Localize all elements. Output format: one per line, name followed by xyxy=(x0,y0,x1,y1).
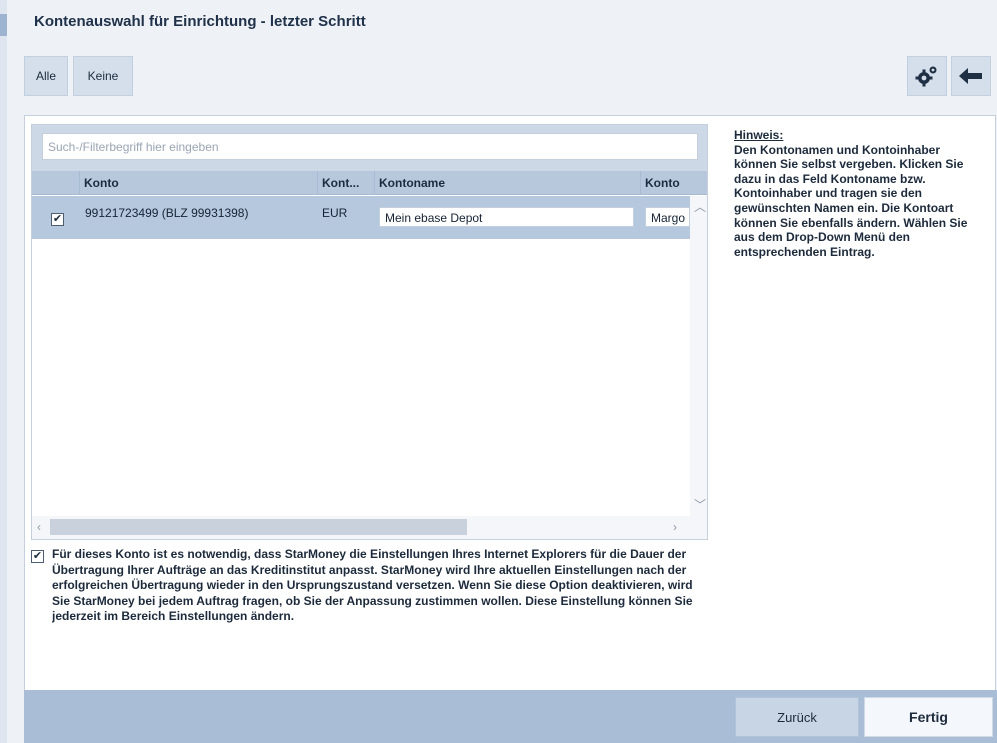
ie-settings-text: Für dieses Konto ist es notwendig, dass … xyxy=(52,547,693,624)
search-bar: Such-/Filterbegriff hier eingeben xyxy=(32,125,707,171)
horizontal-scrollbar[interactable]: ‹ › xyxy=(32,516,707,539)
left-strip xyxy=(0,0,7,743)
gear-icon xyxy=(915,66,937,87)
scroll-left-icon[interactable]: ‹ xyxy=(37,520,41,534)
finish-button[interactable]: Fertig xyxy=(864,697,993,737)
ie-settings-checkbox[interactable]: ✔ xyxy=(31,550,44,563)
horizontal-scroll-thumb[interactable] xyxy=(50,519,467,535)
page-title: Kontenauswahl für Einrichtung - letzter … xyxy=(34,13,366,30)
back-step-button[interactable]: Zurück xyxy=(735,697,859,737)
grid-header: Konto Kont... Kontoname Konto xyxy=(32,171,707,195)
account-grid: Such-/Filterbegriff hier eingeben Konto … xyxy=(31,124,708,540)
arrow-left-icon xyxy=(959,68,982,84)
column-header-kontoinhaber[interactable]: Konto xyxy=(640,171,690,195)
back-button[interactable] xyxy=(951,56,991,96)
scroll-down-icon[interactable]: ﹀ xyxy=(694,496,706,513)
hint-box: Hinweis: Den Kontonamen und Kontoinhaber… xyxy=(734,128,974,259)
hint-title: Hinweis: xyxy=(734,128,784,142)
scroll-right-icon[interactable]: › xyxy=(673,520,677,534)
column-header-kontoname[interactable]: Kontoname xyxy=(374,171,640,195)
hint-text: Den Kontonamen und Kontoinhaber können S… xyxy=(734,142,968,259)
column-header-waehrung[interactable]: Kont... xyxy=(317,171,374,195)
kontoname-input[interactable]: Mein ebase Depot xyxy=(379,207,634,227)
kontoinhaber-input[interactable]: Margo xyxy=(645,207,690,227)
select-none-button[interactable]: Keine xyxy=(73,56,133,96)
search-input[interactable]: Such-/Filterbegriff hier eingeben xyxy=(42,133,698,160)
select-all-button[interactable]: Alle xyxy=(24,56,68,96)
settings-button[interactable] xyxy=(907,56,947,96)
currency-cell: EUR xyxy=(322,206,348,220)
row-checkbox[interactable]: ✔ xyxy=(51,213,64,226)
title-accent xyxy=(0,14,7,36)
konto-cell: 99121723499 (BLZ 99931398) xyxy=(85,206,249,220)
column-header-konto[interactable]: Konto xyxy=(79,171,317,195)
vertical-scrollbar[interactable]: ︿ ﹀ xyxy=(690,196,707,516)
table-row[interactable]: ✔ 99121723499 (BLZ 99931398) EUR Mein eb… xyxy=(32,196,707,239)
scroll-up-icon[interactable]: ︿ xyxy=(694,198,706,215)
